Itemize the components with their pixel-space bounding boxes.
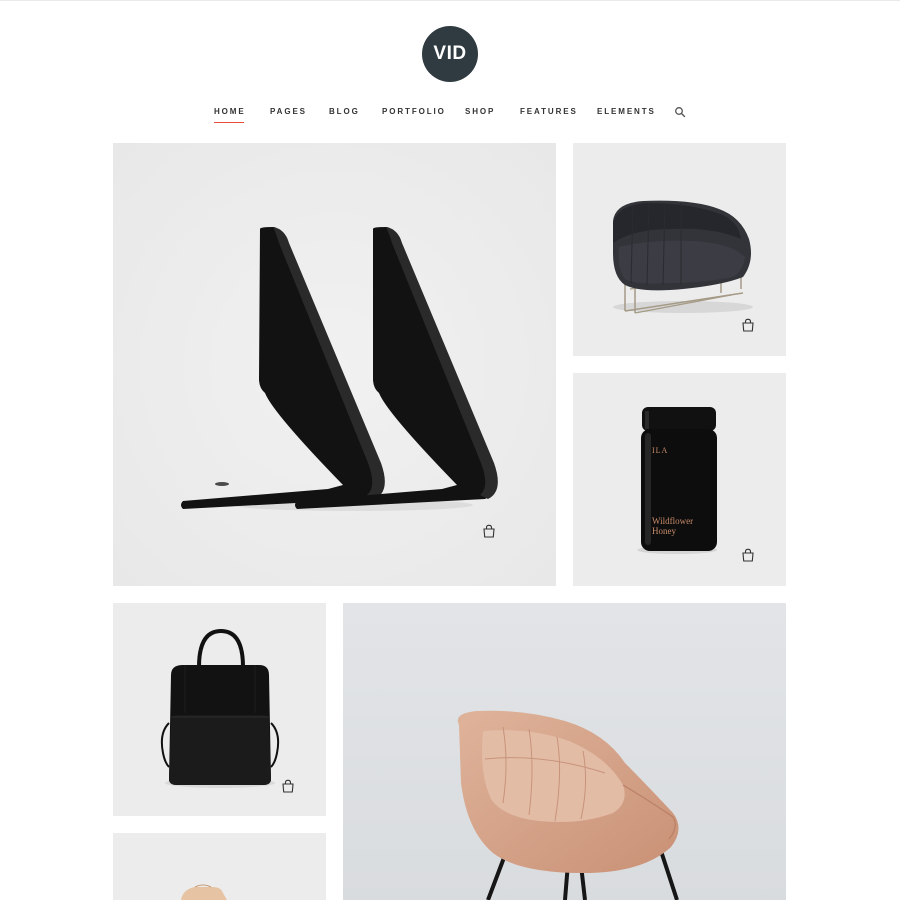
jar-label-line2: Honey [652, 526, 676, 536]
lounge-chair-image [343, 603, 786, 900]
product-tile-honey-jar[interactable]: ILA Wildflower Honey [573, 373, 786, 586]
nav-item-home[interactable]: HOME [214, 104, 246, 123]
nav-item-pages[interactable]: PAGES [270, 104, 307, 120]
top-border [0, 0, 900, 1]
product-tile-backpack[interactable] [113, 603, 326, 816]
shopping-bag-icon[interactable] [741, 318, 755, 332]
bookends-image [113, 143, 556, 586]
shopping-bag-icon[interactable] [281, 779, 295, 793]
product-tile-bookends[interactable] [113, 143, 556, 586]
product-tile-sandal[interactable] [113, 833, 326, 900]
shopping-bag-icon[interactable] [741, 548, 755, 562]
product-tile-armchair[interactable] [573, 143, 786, 356]
shopping-bag-icon[interactable] [482, 524, 496, 538]
sandal-image [113, 833, 326, 900]
nav-item-features[interactable]: FEATURES [520, 104, 578, 120]
jar-label-brand: ILA [652, 446, 669, 455]
product-tile-lounge-chair[interactable] [343, 603, 786, 900]
nav-item-shop[interactable]: SHOP [465, 104, 495, 120]
main-navigation: HOME PAGES BLOG PORTFOLIO SHOP FEATURES … [0, 104, 900, 123]
nav-item-portfolio[interactable]: PORTFOLIO [382, 104, 446, 120]
nav-item-elements[interactable]: ELEMENTS [597, 104, 656, 120]
search-icon[interactable] [674, 106, 686, 118]
nav-item-blog[interactable]: BLOG [329, 104, 360, 120]
logo-text: VID [433, 43, 467, 64]
jar-label-line1: Wildflower [652, 516, 694, 526]
site-logo[interactable]: VID [422, 26, 478, 82]
